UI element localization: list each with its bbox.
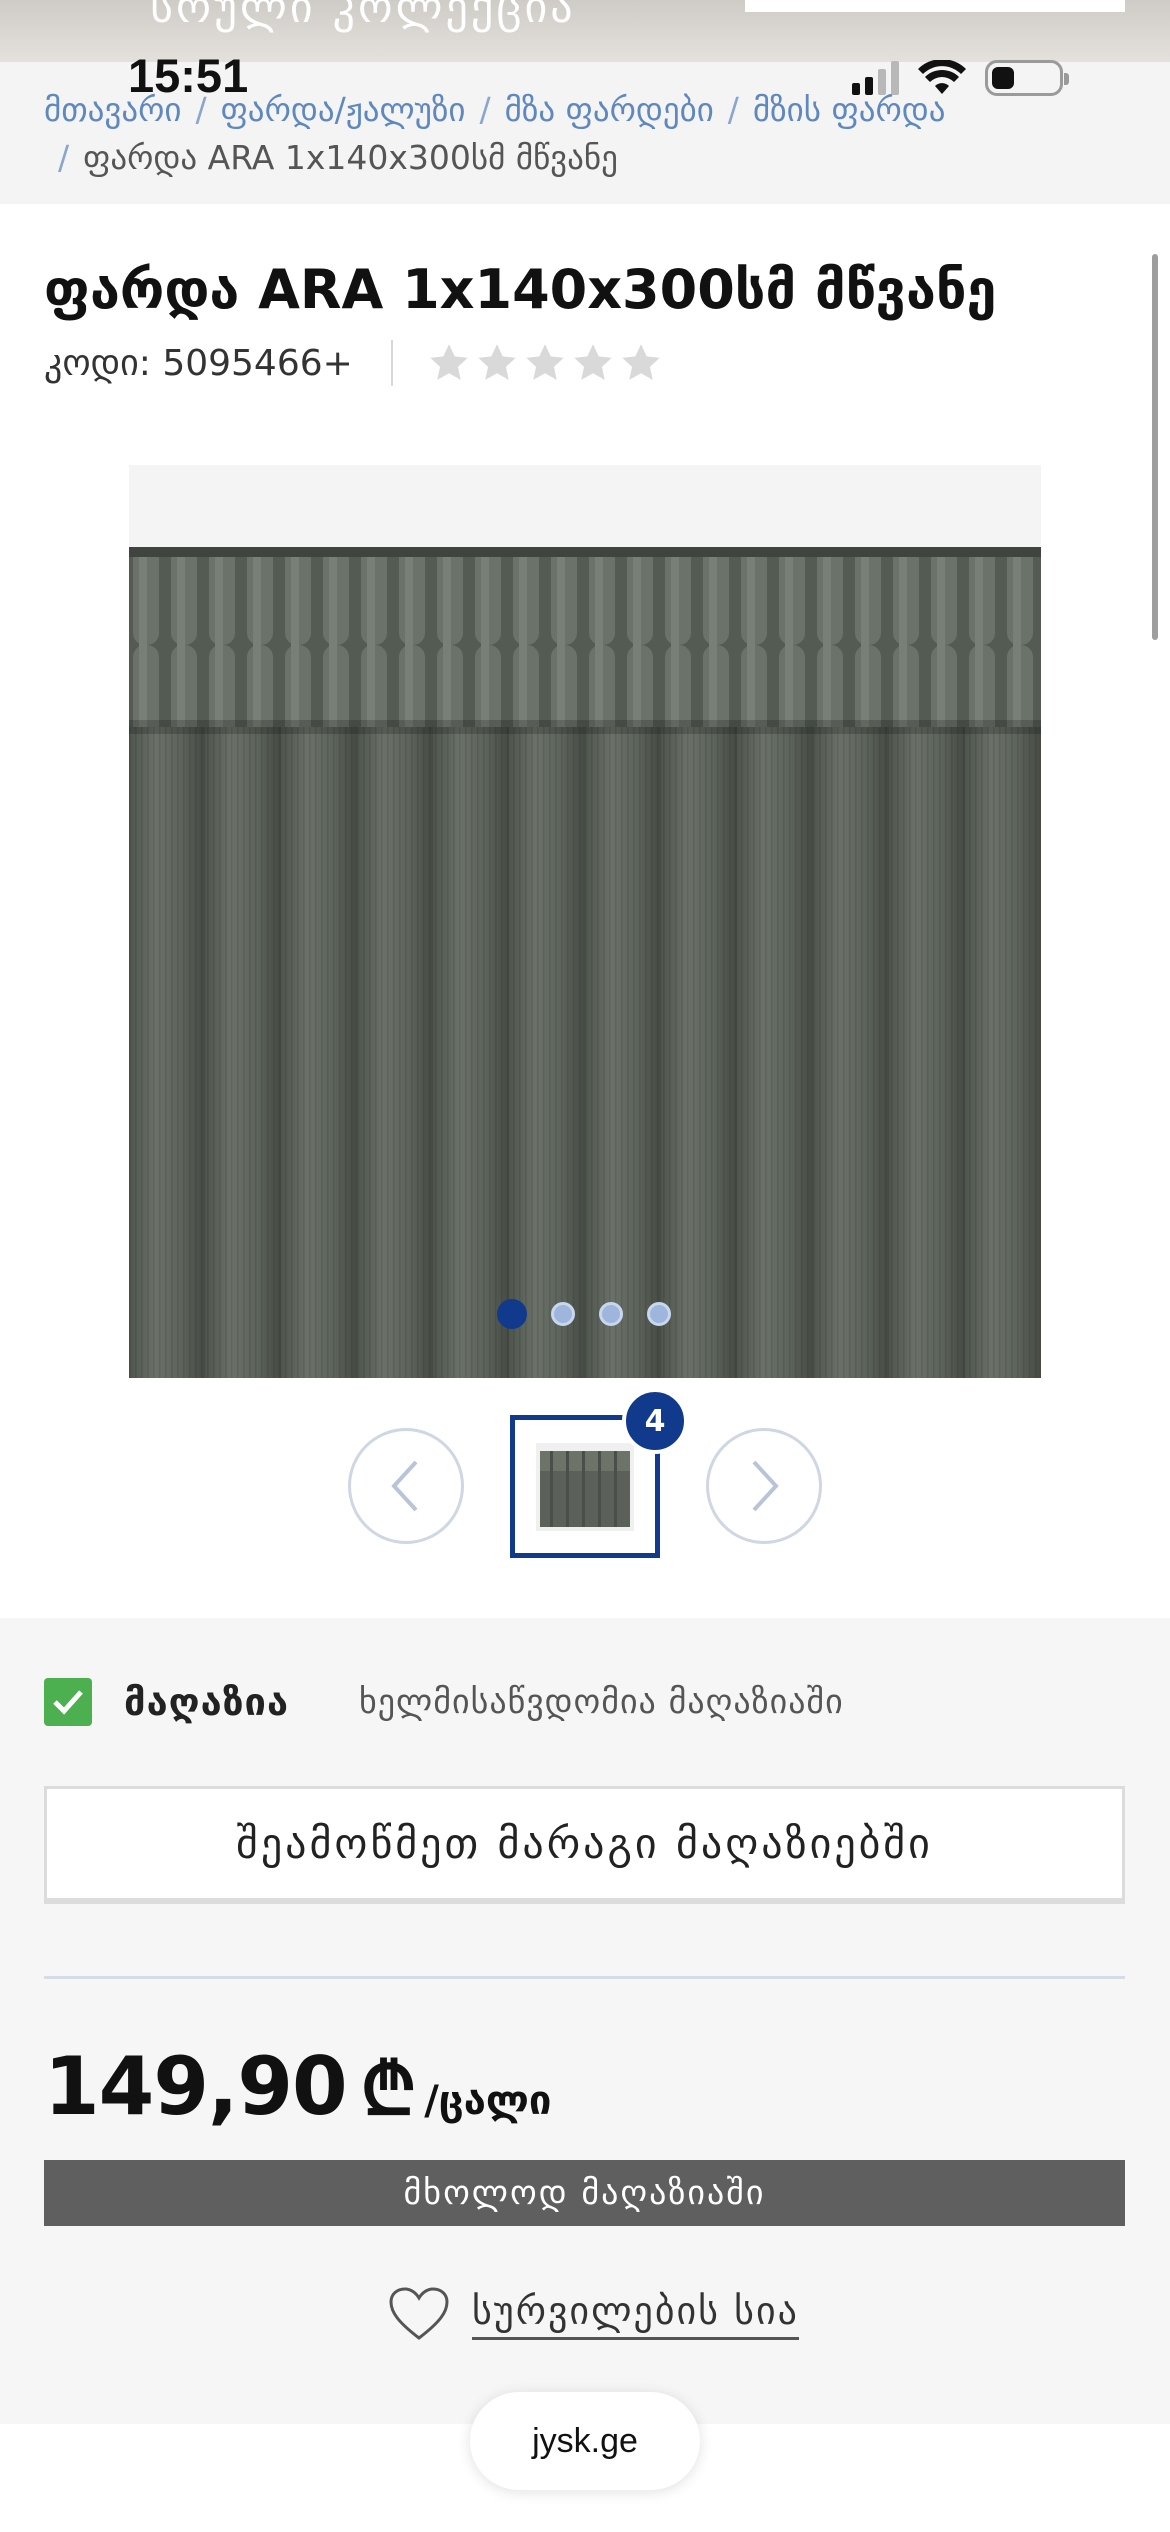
product-meta: კოდი: 5095466+	[44, 340, 663, 386]
price-value: 149,90	[44, 2040, 348, 2133]
breadcrumb-item-ready-curtains[interactable]: მზა ფარდები	[505, 90, 714, 129]
gallery-dots	[497, 1299, 671, 1329]
gallery-dot-3[interactable]	[599, 1302, 623, 1326]
gallery-dot-2[interactable]	[551, 1302, 575, 1326]
gallery-dot-1[interactable]	[497, 1299, 527, 1329]
breadcrumb-separator: /	[727, 90, 739, 129]
status-time: 15:51	[128, 49, 249, 102]
store-status: ხელმისაწვდომია მაღაზიაში	[359, 1682, 844, 1722]
store-only-button[interactable]: მხოლოდ მაღაზიაში	[44, 2160, 1125, 2226]
product-title: ფარდა ARA 1x140x300სმ მწვანე	[44, 258, 997, 321]
battery-icon	[985, 60, 1069, 96]
breadcrumb-current: / ფარდა ARA 1x140x300სმ მწვანე	[58, 138, 618, 177]
star-icon	[478, 344, 516, 380]
chevron-left-icon	[391, 1460, 418, 1512]
breadcrumb-item-curtains-blinds[interactable]: ფარდა/ჟალუზი	[221, 90, 466, 129]
status-icons	[852, 58, 1069, 98]
store-availability: მაღაზია ხელმისაწვდომია მაღაზიაში	[44, 1678, 844, 1726]
heart-icon	[389, 2287, 449, 2340]
store-label: მაღაზია	[124, 1680, 290, 1724]
breadcrumb-current-label: ფარდა ARA 1x140x300სმ მწვანე	[83, 138, 618, 177]
rating-stars[interactable]	[427, 341, 663, 385]
check-stock-button[interactable]: შეამოწმეთ მარაგი მაღაზიებში	[44, 1786, 1125, 1904]
wishlist-link[interactable]: სურვილების სია	[388, 2286, 799, 2342]
breadcrumb-separator: /	[479, 90, 491, 129]
star-icon	[526, 344, 564, 380]
gallery-dot-4[interactable]	[647, 1302, 671, 1326]
divider	[390, 340, 393, 386]
thumbnail-image	[536, 1442, 634, 1531]
banner-text: სრული კოლექცია	[150, 0, 576, 33]
star-icon	[622, 344, 660, 380]
wifi-icon	[918, 60, 966, 94]
star-icon	[574, 344, 612, 380]
product-code: კოდი: 5095466+	[44, 342, 353, 384]
price: 149,90 ₾ /ცალი	[44, 2038, 551, 2136]
image-count-badge: 4	[622, 1388, 688, 1454]
price-currency: ₾	[360, 2047, 417, 2131]
divider	[44, 1976, 1125, 1979]
star-icon	[430, 344, 468, 380]
check-icon	[44, 1678, 92, 1726]
browser-url-pill[interactable]: jysk.ge	[470, 2392, 700, 2490]
chevron-right-icon	[752, 1460, 779, 1512]
breadcrumb-separator: /	[58, 138, 70, 177]
banner-search-box[interactable]	[745, 0, 1125, 12]
gallery-prev-button[interactable]	[348, 1428, 464, 1544]
curtain-image	[129, 465, 1041, 1378]
page-scrollbar[interactable]	[1152, 254, 1158, 640]
signal-icon	[852, 61, 899, 95]
purchase-section: მაღაზია ხელმისაწვდომია მაღაზიაში შეამოწმ…	[0, 1618, 1170, 2424]
price-unit: /ცალი	[424, 2078, 552, 2124]
gallery-next-button[interactable]	[706, 1428, 822, 1544]
product-image[interactable]	[129, 465, 1041, 1378]
wishlist-label: სურვილების სია	[472, 2289, 799, 2340]
